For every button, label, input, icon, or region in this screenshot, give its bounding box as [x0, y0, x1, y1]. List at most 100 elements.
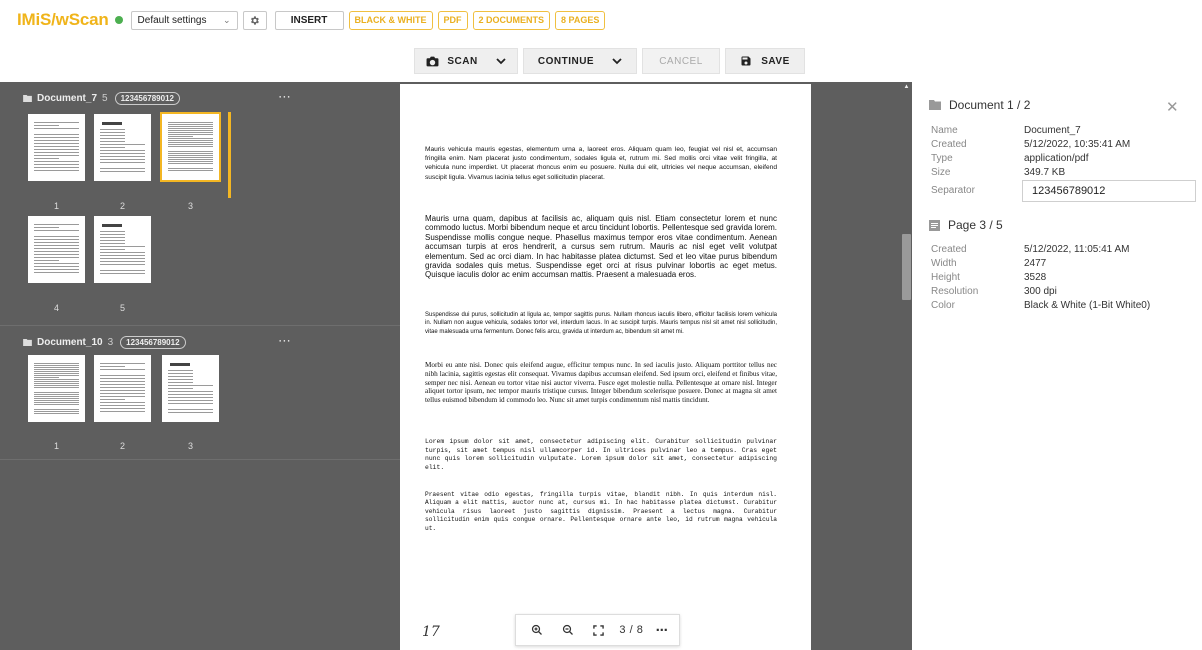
insert-position-indicator [228, 112, 231, 198]
document-header[interactable]: Document_10 3 123456789012 [23, 336, 186, 349]
page-info-label: Page 3 / 5 [948, 218, 1003, 232]
info-value: 349.7 KB [1024, 167, 1066, 178]
page-thumbnail[interactable] [28, 216, 85, 283]
info-row: Created 5/12/2022, 11:05:41 AM [931, 244, 1201, 258]
info-key: Type [931, 153, 953, 164]
page-paragraph: Mauris vehicula mauris egestas, elementu… [425, 146, 777, 181]
page-thumbnail[interactable] [94, 355, 151, 422]
page-number: 5 [119, 303, 125, 313]
document-info-label: Document 1 / 2 [949, 98, 1031, 112]
scrollbar-thumb[interactable] [902, 234, 911, 300]
separator-badge: 123456789012 [120, 336, 186, 349]
document-group[interactable]: Document_10 3 123456789012 ⋯ 1 2 3 [0, 326, 400, 460]
zoom-toolbar: 3 / 8 ⋯ [515, 614, 680, 646]
info-value: 3528 [1024, 272, 1047, 283]
page-number: 3 [187, 441, 193, 451]
insert-button[interactable]: INSERT [274, 10, 344, 30]
folder-icon [23, 339, 32, 346]
more-options-icon[interactable]: ⋯ [656, 623, 668, 637]
more-options-icon[interactable]: ⋯ [278, 89, 291, 105]
document-info-title: Document 1 / 2 [929, 98, 1030, 112]
zoom-out-button[interactable] [559, 621, 577, 639]
info-row: Type application/pdf [931, 153, 1201, 167]
scroll-up-icon[interactable]: ▲ [902, 84, 911, 93]
settings-profile-value: Default settings [137, 14, 207, 26]
page-number: 2 [119, 441, 125, 451]
info-row: Resolution 300 dpi [931, 286, 1201, 300]
page-number: 4 [53, 303, 59, 313]
fit-page-button[interactable] [589, 621, 607, 639]
page-number: 1 [53, 201, 59, 211]
continue-button[interactable]: CONTINUE [523, 48, 637, 74]
info-row: Name Document_7 [931, 125, 1201, 139]
page-paragraph: Morbi eu ante nisi. Donec quis eleifend … [425, 361, 777, 405]
zoom-in-icon [532, 624, 543, 635]
save-icon [741, 56, 751, 66]
top-header: IMiS/wScan Default settings ⌄ INSERT BLA… [0, 0, 1202, 40]
page-paragraph: Mauris urna quam, dapibus at facilisis a… [425, 214, 777, 280]
page-info-title: Page 3 / 5 [929, 218, 1003, 232]
close-icon[interactable]: ✕ [1166, 98, 1179, 116]
handwritten-annotation: 17 [422, 624, 440, 640]
connection-status-dot [114, 16, 123, 24]
more-options-icon[interactable]: ⋯ [278, 333, 291, 349]
info-row: Height 3528 [931, 272, 1201, 286]
settings-profile-select[interactable]: Default settings ⌄ [130, 10, 238, 30]
info-key: Height [931, 272, 960, 283]
info-value: Black & White (1-Bit White0) [1024, 300, 1151, 311]
info-key: Color [931, 300, 955, 311]
cancel-button[interactable]: CANCEL [642, 48, 720, 74]
info-value: 5/12/2022, 11:05:41 AM [1024, 244, 1130, 255]
page-thumbnail[interactable] [162, 355, 219, 422]
settings-gear-button[interactable] [242, 10, 267, 30]
info-key: Width [931, 258, 957, 269]
page-thumbnail-selected[interactable] [160, 112, 221, 182]
chevron-down-icon [496, 57, 506, 64]
document-header[interactable]: Document_7 5 123456789012 [23, 92, 180, 105]
color-mode-chip[interactable]: BLACK & WHITE [348, 10, 433, 30]
page-thumbnail[interactable] [28, 114, 85, 181]
viewer-scrollbar[interactable] [901, 82, 912, 650]
page-paragraph: Praesent vitae odio egestas, fringilla t… [425, 491, 777, 532]
document-page-count: 3 [107, 337, 114, 348]
document-group[interactable]: Document_7 5 123456789012 ⋯ 1 2 3 4 5 [0, 82, 400, 326]
folder-icon [23, 95, 32, 102]
folder-icon [929, 100, 941, 110]
info-row: Size 349.7 KB [931, 167, 1201, 181]
zoom-in-button[interactable] [528, 621, 546, 639]
info-key: Resolution [931, 286, 979, 297]
page-counter: 3 / 8 [619, 624, 644, 636]
separator-badge: 123456789012 [114, 92, 180, 105]
page-number: 3 [187, 201, 193, 211]
scan-label: SCAN [447, 55, 478, 67]
info-value: Document_7 [1024, 125, 1081, 136]
page-thumbnail[interactable] [28, 355, 85, 422]
page-thumbnail[interactable] [94, 216, 151, 283]
separator-field[interactable] [1022, 180, 1196, 202]
info-row: Color Black & White (1-Bit White0) [931, 300, 1201, 314]
camera-icon [426, 56, 439, 66]
app-brand: IMiS/wScan [17, 10, 109, 29]
document-name: Document_10 [37, 337, 103, 348]
info-value: 300 dpi [1024, 286, 1057, 297]
zoom-out-icon [562, 624, 573, 635]
info-panel: Document 1 / 2 ✕ Name Document_7 Created… [912, 82, 1202, 650]
page-count-chip[interactable]: 8 PAGES [555, 10, 606, 30]
continue-label: CONTINUE [537, 55, 595, 67]
page-icon [929, 219, 940, 231]
page-thumbnail[interactable] [94, 114, 151, 181]
gear-icon [251, 15, 259, 25]
fullscreen-icon [592, 624, 604, 636]
info-row: Width 2477 [931, 258, 1201, 272]
page-number: 2 [119, 201, 125, 211]
info-key: Name [931, 125, 958, 136]
document-name: Document_7 [37, 93, 98, 104]
document-count-chip[interactable]: 2 DOCUMENTS [472, 10, 551, 30]
format-chip[interactable]: PDF [437, 10, 468, 30]
scan-button[interactable]: SCAN [414, 48, 518, 74]
info-value: 5/12/2022, 10:35:41 AM [1024, 139, 1131, 150]
save-button[interactable]: SAVE [725, 48, 805, 74]
save-label: SAVE [761, 55, 790, 67]
page-preview: Mauris vehicula mauris egestas, elementu… [400, 84, 811, 650]
document-tree-panel: Document_7 5 123456789012 ⋯ 1 2 3 4 5 Do… [0, 82, 400, 650]
